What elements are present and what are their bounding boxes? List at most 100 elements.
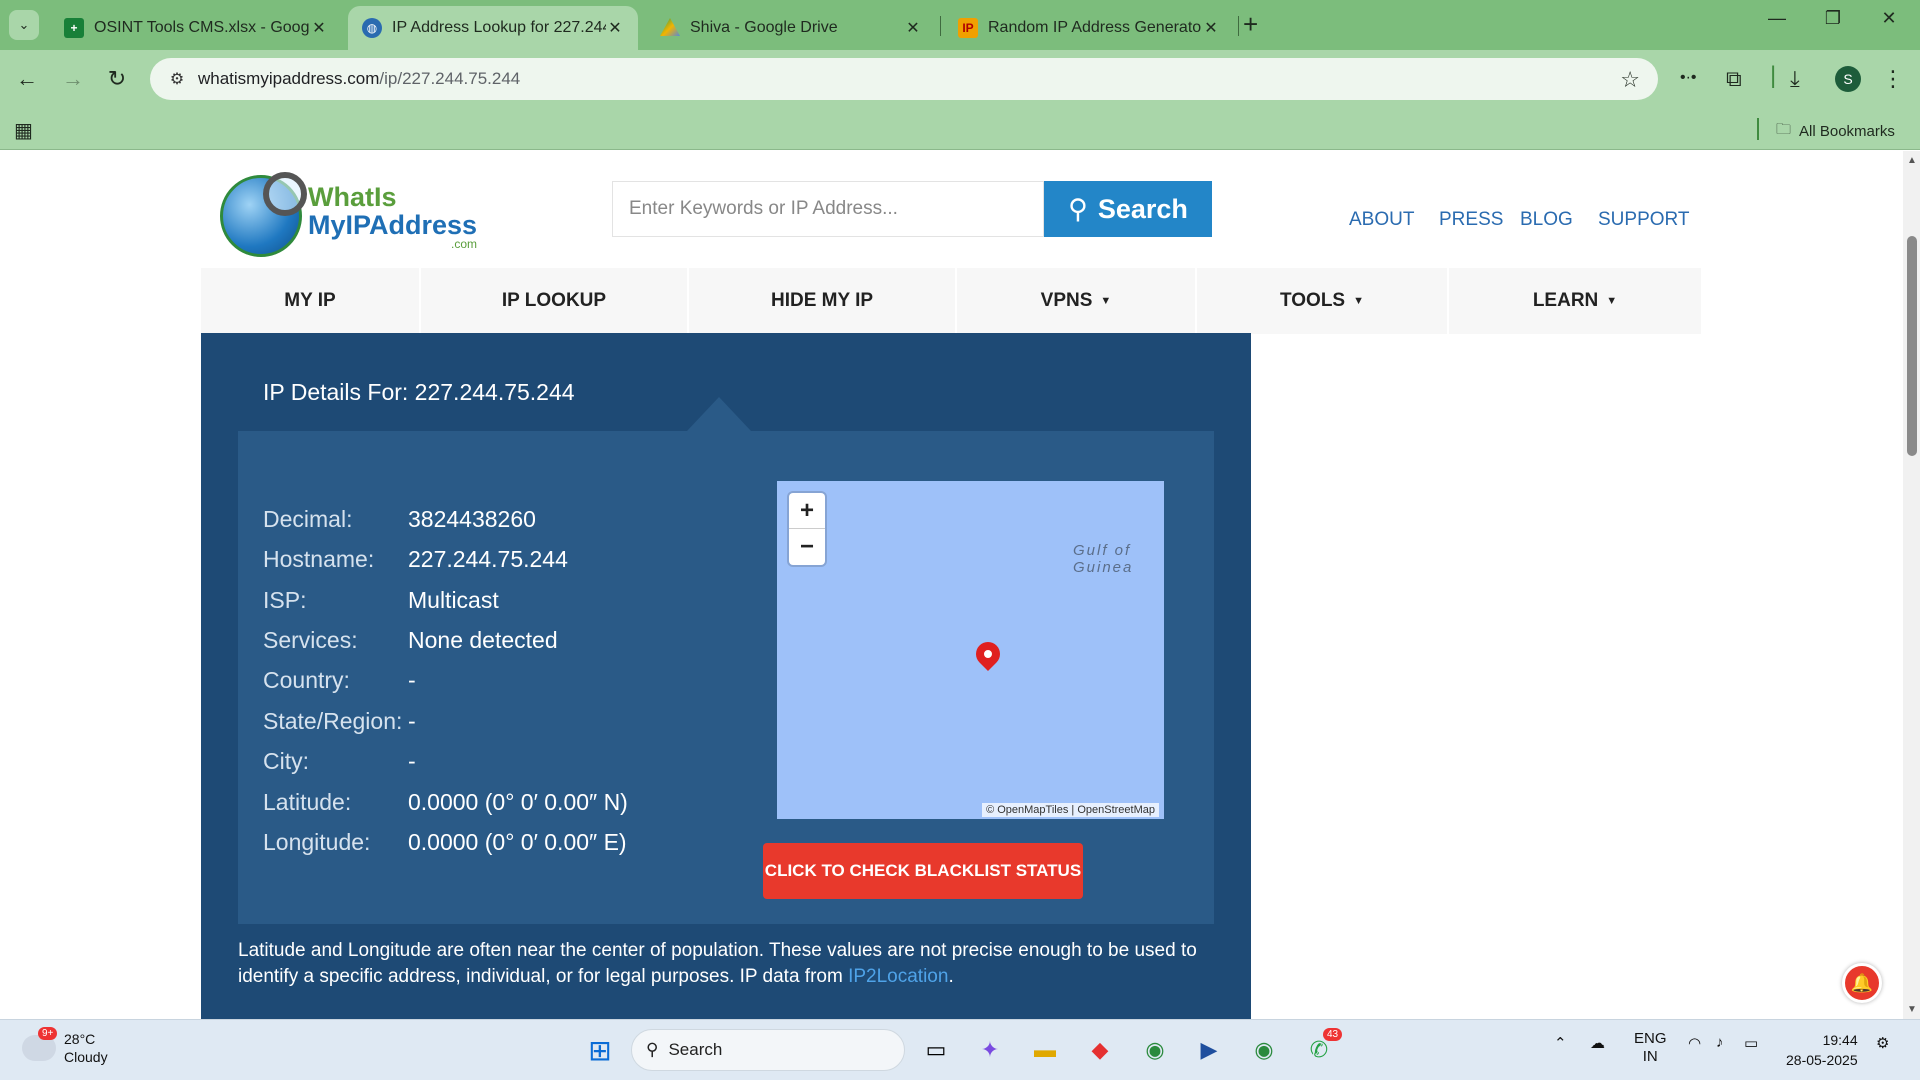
map-zoom-control: + − bbox=[789, 493, 825, 565]
all-bookmarks-button[interactable]: 🗀 All Bookmarks bbox=[1776, 119, 1895, 144]
tab-google-drive[interactable]: Shiva - Google Drive ✕ bbox=[646, 6, 936, 50]
reload-icon: ↻ bbox=[107, 66, 127, 91]
weather-badge: 9+ bbox=[38, 1027, 58, 1040]
onedrive-icon[interactable]: ☁ bbox=[1590, 1034, 1605, 1052]
tab-bar: ⌄ + OSINT Tools CMS.xlsx - Google ✕ ◍ IP… bbox=[0, 0, 1920, 50]
copilot-icon[interactable]: ✦ bbox=[972, 1032, 1008, 1068]
notification-bell-button[interactable]: 🔔 bbox=[1842, 963, 1882, 1003]
task-view-icon[interactable]: ▭ bbox=[918, 1032, 954, 1068]
press-link[interactable]: PRESS bbox=[1439, 209, 1503, 231]
new-tab-button[interactable]: + bbox=[1243, 9, 1259, 39]
scroll-up-icon[interactable]: ▲ bbox=[1907, 155, 1917, 166]
restore-button[interactable]: ❐ bbox=[1810, 8, 1856, 29]
whatsapp-icon[interactable]: ✆ 43 bbox=[1301, 1028, 1343, 1068]
battery-icon[interactable]: ▭ bbox=[1744, 1034, 1758, 1052]
chrome-icon[interactable]: ◉ bbox=[1137, 1032, 1173, 1068]
detail-row-isp: ISP: Multicast bbox=[263, 586, 499, 613]
language-indicator[interactable]: ENG IN bbox=[1634, 1030, 1667, 1066]
arrow-left-icon: ← bbox=[16, 66, 38, 91]
close-window-button[interactable]: ✕ bbox=[1866, 8, 1912, 29]
search-input[interactable]: Enter Keywords or IP Address... bbox=[612, 181, 1044, 237]
close-icon[interactable]: ✕ bbox=[904, 18, 922, 38]
caret-down-icon: ▼ bbox=[1100, 295, 1112, 307]
globe-magnifier-icon bbox=[220, 172, 307, 257]
detail-row-hostname: Hostname: 227.244.75.244 bbox=[263, 545, 568, 572]
drive-icon bbox=[660, 18, 680, 36]
download-icon[interactable]: ⤓ bbox=[1790, 66, 1800, 92]
search-button[interactable]: ⚲ Search bbox=[1044, 181, 1212, 237]
volume-icon[interactable]: ♪ bbox=[1716, 1034, 1724, 1051]
extension-indicator-icon[interactable]: •·• bbox=[1680, 69, 1697, 87]
bookmarks-divider bbox=[1757, 118, 1759, 140]
scroll-down-icon[interactable]: ▼ bbox=[1907, 1004, 1917, 1015]
about-link[interactable]: ABOUT bbox=[1349, 209, 1414, 231]
close-icon[interactable]: ✕ bbox=[1202, 18, 1220, 38]
blog-link[interactable]: BLOG bbox=[1520, 209, 1573, 231]
map-sea-label: Gulf of Guinea bbox=[1073, 542, 1134, 576]
close-icon[interactable]: ✕ bbox=[606, 18, 624, 38]
search-icon: ⚲ bbox=[1068, 193, 1088, 224]
ip2location-link[interactable]: IP2Location bbox=[848, 966, 948, 987]
map-attribution[interactable]: © OpenMapTiles | OpenStreetMap bbox=[982, 803, 1159, 817]
close-icon[interactable]: ✕ bbox=[310, 18, 328, 38]
chrome-profile-icon[interactable]: ◉ bbox=[1246, 1032, 1282, 1068]
zoom-in-button[interactable]: + bbox=[789, 493, 825, 529]
nav-vpns[interactable]: VPNS ▼ bbox=[957, 268, 1197, 334]
folder-icon: 🗀 bbox=[1776, 121, 1792, 138]
tab-osint-sheet[interactable]: + OSINT Tools CMS.xlsx - Google ✕ bbox=[50, 6, 342, 50]
close-icon: ✕ bbox=[1881, 8, 1897, 28]
weather-widget[interactable]: 9+ 28°C Cloudy bbox=[22, 1027, 108, 1066]
tab-random-ip[interactable]: IP Random IP Address Generator, ✕ bbox=[944, 6, 1234, 50]
system-clock[interactable]: 19:44 28-05-2025 bbox=[1786, 1030, 1858, 1070]
windows-logo-icon: ⊞ bbox=[588, 1034, 612, 1066]
nav-tools[interactable]: TOOLS ▼ bbox=[1197, 268, 1449, 334]
browser-toolbar: ← → ↻ ⚙ whatismyipaddress.com/ip/227.244… bbox=[0, 50, 1920, 108]
powershell-icon[interactable]: ▶ bbox=[1191, 1032, 1227, 1068]
nav-ip-lookup[interactable]: IP LOOKUP bbox=[421, 268, 689, 334]
file-explorer-icon[interactable]: ▬ bbox=[1027, 1032, 1063, 1068]
tab-ip-lookup[interactable]: ◍ IP Address Lookup for 227.244. ✕ bbox=[348, 6, 638, 50]
minimize-button[interactable]: — bbox=[1754, 8, 1800, 29]
site-logo[interactable]: WhatIs MyIPAddress .com bbox=[220, 172, 480, 259]
map-pin-icon[interactable] bbox=[971, 637, 1005, 671]
logo-wordmark: WhatIs MyIPAddress .com bbox=[308, 182, 478, 251]
search-icon: ⚲ bbox=[646, 1040, 659, 1059]
windows-taskbar: 9+ 28°C Cloudy ⊞ ⚲ Search ▭ ✦ ▬ ◆ ◉ ▶ ◉ … bbox=[0, 1019, 1920, 1080]
notifications-icon[interactable]: ⚙ bbox=[1876, 1034, 1889, 1052]
address-bar[interactable]: ⚙ whatismyipaddress.com/ip/227.244.75.24… bbox=[150, 58, 1658, 100]
zoom-out-button[interactable]: − bbox=[789, 529, 825, 565]
detail-row-city: City: - bbox=[263, 747, 416, 774]
chevron-down-icon: ⌄ bbox=[18, 17, 30, 32]
extensions-puzzle-icon[interactable]: ⧉ bbox=[1726, 66, 1742, 92]
minimize-icon: — bbox=[1768, 8, 1786, 28]
plus-icon: + bbox=[1243, 9, 1259, 39]
toolbar-divider: | bbox=[1770, 62, 1777, 89]
wifi-icon[interactable]: ◠ bbox=[1688, 1034, 1701, 1052]
reload-button[interactable]: ↻ bbox=[102, 64, 132, 94]
location-map[interactable]: + − Gulf of Guinea © OpenMapTiles | Open… bbox=[777, 481, 1164, 819]
app-diamond-icon[interactable]: ◆ bbox=[1082, 1032, 1118, 1068]
site-info-icon[interactable]: ⚙ bbox=[156, 69, 198, 89]
caret-down-icon: ▼ bbox=[1353, 295, 1364, 307]
back-button[interactable]: ← bbox=[12, 64, 42, 94]
nav-hide-my-ip[interactable]: HIDE MY IP bbox=[689, 268, 957, 334]
globe-icon: ◍ bbox=[362, 18, 382, 38]
scrollbar-thumb[interactable] bbox=[1907, 236, 1917, 456]
bookmark-star-icon[interactable]: ☆ bbox=[1620, 67, 1640, 93]
tab-search-button[interactable]: ⌄ bbox=[9, 10, 39, 40]
check-blacklist-button[interactable]: CLICK TO CHECK BLACKLIST STATUS bbox=[763, 843, 1083, 899]
page-scrollbar[interactable]: ▲ ▼ bbox=[1903, 151, 1920, 1019]
start-button[interactable]: ⊞ bbox=[582, 1032, 618, 1068]
nav-my-ip[interactable]: MY IP bbox=[201, 268, 421, 334]
url-text[interactable]: whatismyipaddress.com/ip/227.244.75.244 bbox=[198, 69, 520, 89]
whatsapp-badge: 43 bbox=[1323, 1028, 1343, 1041]
taskbar-search[interactable]: ⚲ Search bbox=[631, 1029, 905, 1071]
menu-kebab-icon[interactable]: ⋮ bbox=[1882, 66, 1904, 92]
show-hidden-icons-icon[interactable]: ⌃ bbox=[1554, 1034, 1567, 1052]
support-link[interactable]: SUPPORT bbox=[1598, 209, 1690, 231]
profile-avatar[interactable]: S bbox=[1835, 66, 1861, 92]
location-disclaimer: Latitude and Longitude are often near th… bbox=[238, 940, 1197, 987]
apps-grid-icon[interactable]: ▦ bbox=[14, 118, 33, 143]
forward-button[interactable]: → bbox=[58, 64, 88, 94]
nav-learn[interactable]: LEARN ▼ bbox=[1449, 268, 1701, 334]
